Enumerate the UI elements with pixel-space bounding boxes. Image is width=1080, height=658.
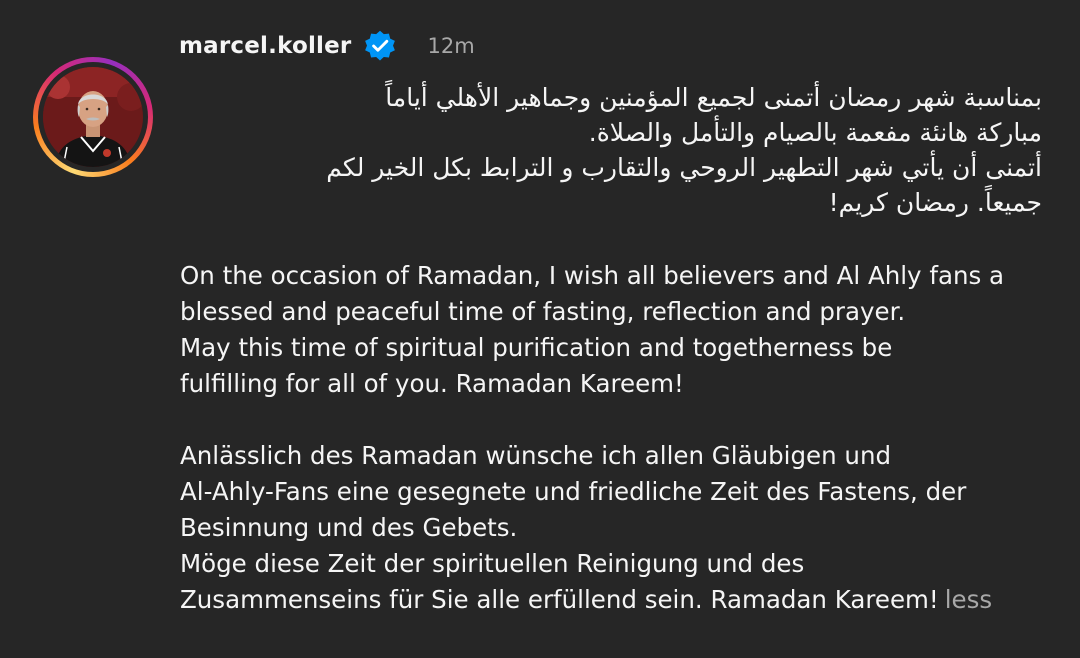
avatar-photo [43,67,143,167]
post-timestamp[interactable]: 12m [427,34,474,58]
caption-german: Anlässlich des Ramadan wünsche ich allen… [180,438,1060,618]
caption-line: blessed and peaceful time of fasting, re… [180,297,906,326]
caption-line: Besinnung und des Gebets. [180,513,518,542]
post-header: marcel.koller 12m [179,28,475,64]
caption-line: Anlässlich des Ramadan wünsche ich allen… [180,441,892,470]
caption-line: Al-Ahly-Fans eine gesegnete und friedlic… [180,477,967,506]
caption-line: أتمنى أن يأتي شهر التطهير الروحي والتقار… [326,153,1042,182]
profile-avatar-ring[interactable] [33,57,153,177]
caption-line: مباركة هانئة مفعمة بالصيام والتأمل والصل… [588,118,1042,147]
avatar[interactable] [43,67,143,167]
caption-line: May this time of spiritual purification … [180,333,893,362]
caption-line: Möge diese Zeit der spirituellen Reinigu… [180,549,805,578]
caption-line-last: Zusammenseins für Sie alle erfüllend sei… [180,582,1060,618]
username-link[interactable]: marcel.koller [179,33,351,59]
caption-line: fulfilling for all of you. Ramadan Karee… [180,369,684,398]
less-button[interactable]: less [945,585,992,614]
caption-line: جميعاً. رمضان كريم! [828,188,1042,217]
caption-arabic: بمناسبة شهر رمضان أتمنى لجميع المؤمنين و… [172,80,1042,220]
verified-badge-icon [363,29,397,63]
caption-line: بمناسبة شهر رمضان أتمنى لجميع المؤمنين و… [385,83,1042,112]
caption-english: On the occasion of Ramadan, I wish all b… [180,258,1060,402]
caption-line: On the occasion of Ramadan, I wish all b… [180,261,1005,290]
caption-line: Zusammenseins für Sie alle erfüllend sei… [180,585,939,614]
